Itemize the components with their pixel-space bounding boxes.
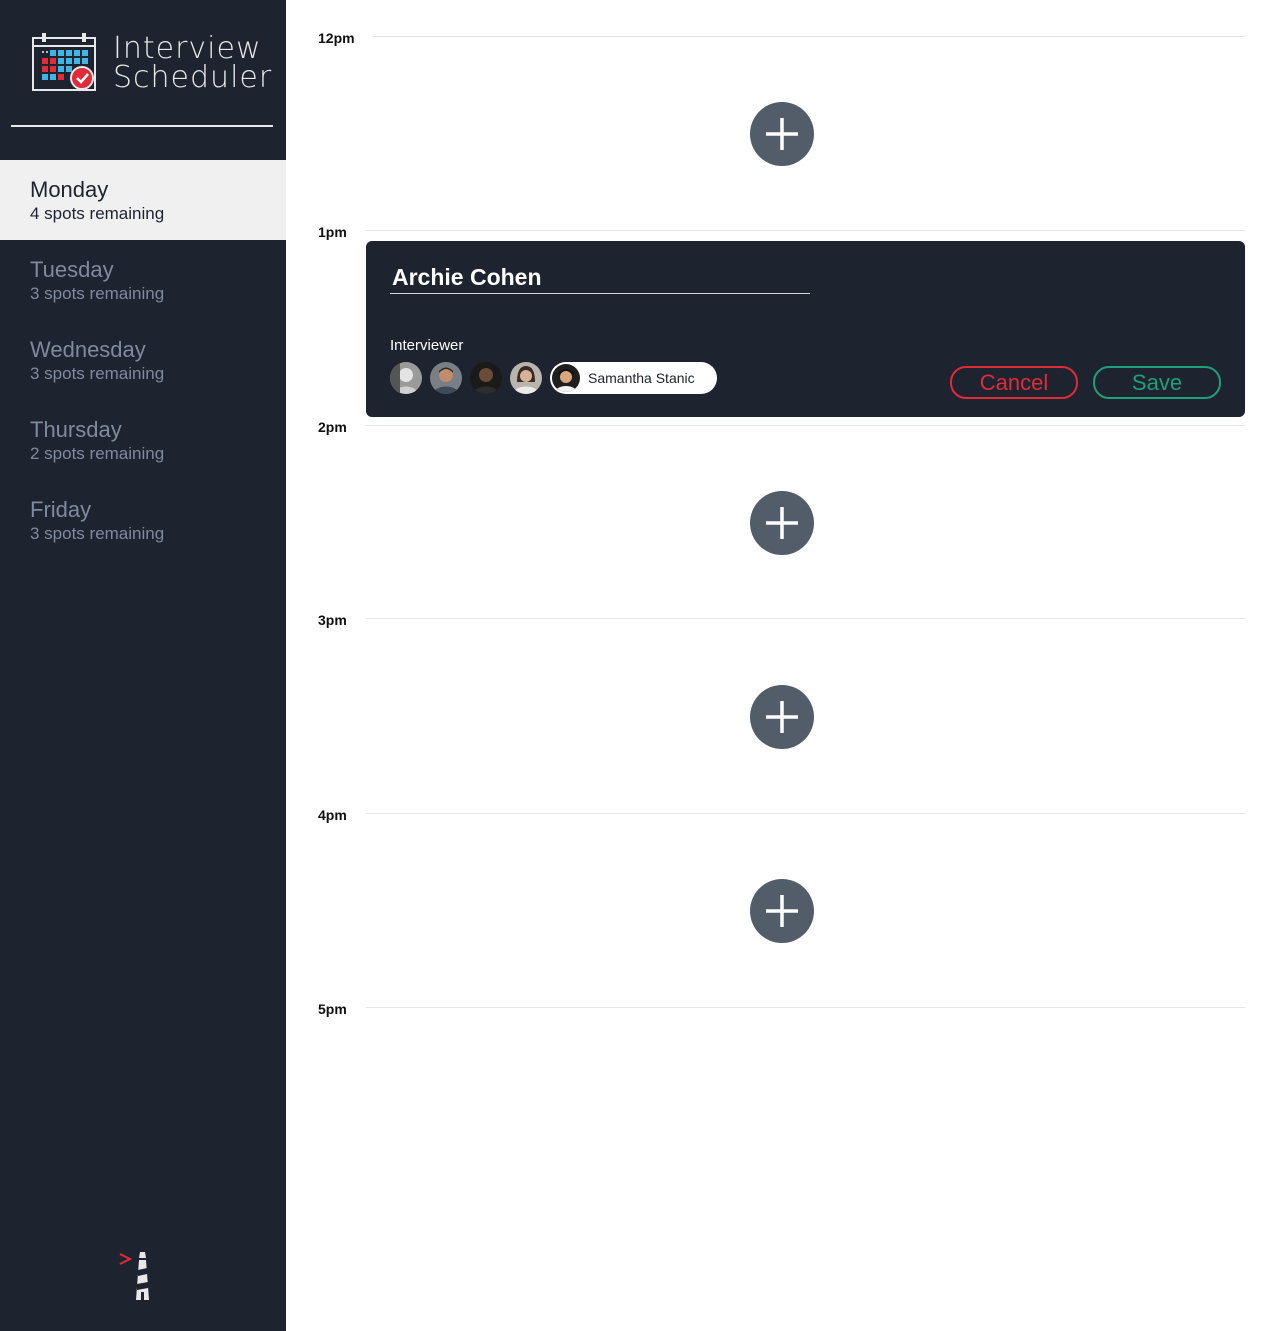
interviewer-avatar[interactable] bbox=[510, 362, 542, 394]
sidebar-item-wednesday[interactable]: Wednesday 3 spots remaining bbox=[0, 320, 286, 400]
app-title: Interview Scheduler bbox=[113, 31, 273, 95]
sidebar-item-monday[interactable]: Monday 4 spots remaining bbox=[0, 160, 286, 240]
app-title-line2: Scheduler bbox=[113, 60, 273, 95]
add-appointment-button[interactable] bbox=[750, 879, 814, 943]
hour-divider bbox=[366, 230, 1245, 231]
hour-label-2pm: 2pm bbox=[318, 419, 347, 435]
cancel-button[interactable]: Cancel bbox=[950, 366, 1078, 399]
day-spots: 3 spots remaining bbox=[30, 524, 165, 543]
day-name: Tuesday bbox=[30, 257, 114, 282]
day-spots: 3 spots remaining bbox=[30, 364, 165, 383]
hour-label-12pm: 12pm bbox=[318, 30, 355, 46]
selected-interviewer-name: Samantha Stanic bbox=[588, 370, 695, 386]
lighthouse-icon bbox=[119, 1252, 149, 1300]
hour-divider bbox=[366, 618, 1245, 619]
interviewer-label: Interviewer bbox=[390, 337, 464, 354]
sidebar: Interview Scheduler Monday 4 spots remai… bbox=[0, 0, 286, 1331]
sidebar-item-thursday[interactable]: Thursday 2 spots remaining bbox=[0, 400, 286, 480]
avatar-image bbox=[470, 362, 502, 394]
sidebar-item-friday[interactable]: Friday 3 spots remaining bbox=[0, 480, 286, 560]
interviewer-avatar[interactable] bbox=[390, 362, 422, 394]
avatar-image bbox=[552, 364, 580, 392]
app-title-line1: Interview bbox=[113, 31, 262, 66]
plus-icon bbox=[766, 895, 798, 927]
avatar-image bbox=[390, 362, 422, 394]
day-name: Thursday bbox=[30, 417, 122, 442]
day-spots: 3 spots remaining bbox=[30, 284, 165, 303]
interviewer-avatar[interactable] bbox=[430, 362, 462, 394]
hour-divider bbox=[372, 36, 1245, 37]
avatar-image bbox=[510, 362, 542, 394]
save-button[interactable]: Save bbox=[1093, 366, 1221, 399]
hour-label-5pm: 5pm bbox=[318, 1001, 347, 1017]
hour-label-1pm: 1pm bbox=[318, 224, 347, 240]
hour-label-4pm: 4pm bbox=[318, 807, 347, 823]
add-appointment-button[interactable] bbox=[750, 685, 814, 749]
student-name-input[interactable] bbox=[390, 261, 810, 294]
day-name: Wednesday bbox=[30, 337, 146, 362]
day-name: Friday bbox=[30, 497, 92, 522]
avatar-image bbox=[430, 362, 462, 394]
interviewer-avatar[interactable] bbox=[470, 362, 502, 394]
sidebar-item-tuesday[interactable]: Tuesday 3 spots remaining bbox=[0, 240, 286, 320]
appointment-form: Interviewer bbox=[366, 241, 1245, 417]
hour-divider bbox=[366, 813, 1245, 814]
hour-divider bbox=[366, 425, 1245, 426]
hour-divider bbox=[366, 1007, 1245, 1008]
day-name: Monday bbox=[30, 177, 109, 202]
sidebar-divider bbox=[11, 125, 273, 127]
day-spots: 2 spots remaining bbox=[30, 444, 165, 463]
plus-icon bbox=[766, 701, 798, 733]
calendar-check-icon bbox=[32, 33, 96, 91]
selected-interviewer[interactable]: Samantha Stanic bbox=[550, 362, 717, 394]
selected-interviewer-avatar bbox=[552, 364, 580, 392]
day-spots: 4 spots remaining bbox=[30, 204, 165, 223]
add-appointment-button[interactable] bbox=[750, 102, 814, 166]
hour-label-3pm: 3pm bbox=[318, 612, 347, 628]
plus-icon bbox=[766, 507, 798, 539]
plus-icon bbox=[766, 118, 798, 150]
add-appointment-button[interactable] bbox=[750, 491, 814, 555]
